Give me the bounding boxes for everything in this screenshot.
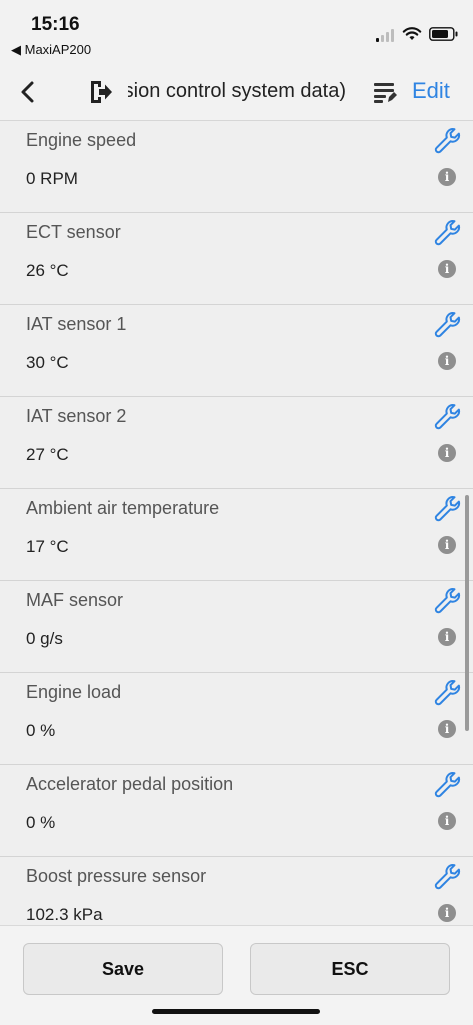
parameter-name: MAF sensor bbox=[26, 590, 124, 610]
wrench-icon[interactable] bbox=[433, 586, 461, 614]
info-icon[interactable]: i bbox=[438, 352, 456, 370]
info-icon[interactable]: i bbox=[438, 260, 456, 278]
wrench-icon[interactable] bbox=[433, 310, 461, 338]
list-item[interactable]: IAT sensor 2 27 °C i bbox=[0, 397, 473, 489]
parameter-value: 27 °C bbox=[26, 445, 69, 464]
list-item[interactable]: IAT sensor 1 30 °C i bbox=[0, 305, 473, 397]
parameter-name: IAT sensor 2 bbox=[26, 406, 127, 426]
parameter-value: 0 % bbox=[26, 813, 56, 832]
edit-button[interactable]: Edit bbox=[412, 78, 450, 104]
parameter-name: Engine speed bbox=[26, 130, 137, 150]
info-icon[interactable]: i bbox=[438, 168, 456, 186]
wrench-icon[interactable] bbox=[433, 678, 461, 706]
parameter-name: Accelerator pedal position bbox=[26, 774, 234, 794]
info-icon[interactable]: i bbox=[438, 812, 456, 830]
parameter-value: 17 °C bbox=[26, 537, 69, 556]
bottom-toolbar: Save ESC bbox=[0, 925, 473, 1025]
list-item[interactable]: Accelerator pedal position 0 % i bbox=[0, 765, 473, 857]
parameter-name: Engine load bbox=[26, 682, 122, 702]
info-icon[interactable]: i bbox=[438, 720, 456, 738]
parameter-value: 26 °C bbox=[26, 261, 69, 280]
save-button[interactable]: Save bbox=[23, 943, 223, 995]
back-chevron-icon[interactable] bbox=[16, 78, 40, 106]
parameter-value: 0 RPM bbox=[26, 169, 78, 188]
cellular-signal-icon bbox=[376, 29, 394, 42]
list-item[interactable]: Engine load 0 % i bbox=[0, 673, 473, 765]
battery-icon bbox=[429, 27, 458, 41]
parameter-name: Boost pressure sensor bbox=[26, 866, 207, 886]
parameter-name: ECT sensor bbox=[26, 222, 121, 242]
parameter-value: 0 g/s bbox=[26, 629, 63, 648]
wrench-icon[interactable] bbox=[433, 218, 461, 246]
esc-button[interactable]: ESC bbox=[250, 943, 450, 995]
page-title: (Propulsion control system data) bbox=[128, 80, 346, 102]
wrench-icon[interactable] bbox=[433, 494, 461, 522]
wrench-icon[interactable] bbox=[433, 770, 461, 798]
wifi-icon bbox=[402, 27, 422, 40]
info-icon[interactable]: i bbox=[438, 904, 456, 922]
wrench-icon[interactable] bbox=[433, 402, 461, 430]
clock: 15:16 bbox=[31, 14, 80, 35]
parameter-value: 102.3 kPa bbox=[26, 905, 103, 924]
info-icon[interactable]: i bbox=[438, 536, 456, 554]
home-indicator[interactable] bbox=[152, 1009, 320, 1014]
wrench-icon[interactable] bbox=[433, 862, 461, 890]
exit-icon[interactable] bbox=[88, 78, 114, 106]
list-item[interactable]: Boost pressure sensor 102.3 kPa i bbox=[0, 857, 473, 925]
live-data-list[interactable]: Engine speed 0 RPM i ECT sensor 26 °C i IAT se… bbox=[0, 121, 473, 925]
scrollbar[interactable] bbox=[465, 495, 469, 731]
status-bar: 15:16 ◀ MaxiAP200 bbox=[0, 0, 473, 66]
list-item[interactable]: Engine speed 0 RPM i bbox=[0, 121, 473, 213]
list-item[interactable]: Ambient air temperature 17 °C i bbox=[0, 489, 473, 581]
data-list-icon[interactable] bbox=[373, 80, 397, 104]
list-item[interactable]: ECT sensor 26 °C i bbox=[0, 213, 473, 305]
navigation-bar: (Propulsion control system data) Edit bbox=[0, 66, 473, 121]
info-icon[interactable]: i bbox=[438, 444, 456, 462]
back-to-app-link[interactable]: ◀ MaxiAP200 bbox=[11, 42, 91, 58]
parameter-name: IAT sensor 1 bbox=[26, 314, 127, 334]
parameter-name: Ambient air temperature bbox=[26, 498, 220, 518]
list-item[interactable]: MAF sensor 0 g/s i bbox=[0, 581, 473, 673]
parameter-value: 30 °C bbox=[26, 353, 69, 372]
info-icon[interactable]: i bbox=[438, 628, 456, 646]
wrench-icon[interactable] bbox=[433, 126, 461, 154]
parameter-value: 0 % bbox=[26, 721, 56, 740]
